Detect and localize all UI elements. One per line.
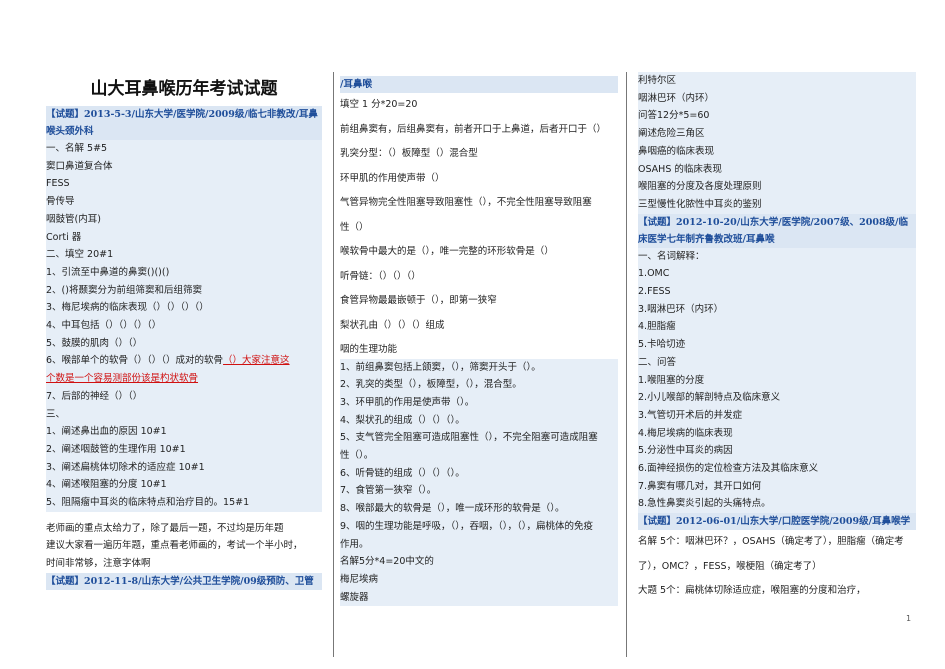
- text-line: 5、支气管完全阻塞可造成阻塞性（），不完全阻塞可造成阻塞: [340, 429, 618, 448]
- text-line: 了），OMC？，FESS，喉梗阻（确定考了）: [638, 560, 822, 572]
- text-line: 性（）。: [340, 447, 618, 465]
- exam-heading-continued: /耳鼻喉: [340, 76, 618, 93]
- text-line: 二、问答: [638, 353, 916, 372]
- text-line: 5、鼓膜的肌肉（）（）: [46, 334, 322, 353]
- text-line: 2.FESS: [638, 283, 916, 301]
- text-line: 1、阐述鼻出血的原因 10#1: [46, 423, 322, 441]
- column-divider: [626, 72, 627, 657]
- text-line: 5、阻隔瘤中耳炎的临床特点和治疗目的。15#1: [46, 494, 322, 512]
- text-line: 名解 5个：咽淋巴环？，OSAHS（确定考了），胆脂瘤（确定考: [638, 536, 904, 548]
- text-line: 前组鼻窦有，后组鼻窦有，前者开口于上鼻道，后者开口于（）: [340, 123, 607, 135]
- text-line: 三、: [46, 405, 322, 424]
- text-line: 气管异物完全性阻塞导致阻塞性（），不完全性阻塞导致阻塞: [340, 197, 592, 208]
- text-line: 喉阻塞的分度及各度处理原则: [638, 178, 916, 196]
- text-line: 1、引流至中鼻道的鼻窦()()(): [46, 263, 322, 282]
- text-line: 大题 5个：扁桃体切除适应症，喉阻塞的分度和治疗，: [638, 585, 866, 597]
- text-line: 2、阐述咽鼓管的生理作用 10#1: [46, 440, 322, 459]
- exam-heading: 【试题】2012-11-8/山东大学/公共卫生学院/09级预防、卫管: [46, 572, 322, 590]
- text-line: 环甲肌的作用使声带（）: [340, 172, 445, 184]
- column-left: 山大耳鼻喉历年考试试题 【试题】2013-5-3/山东大学/医学院/2009级/…: [46, 72, 322, 590]
- text-line: FESS: [46, 175, 322, 194]
- text-line: 3.气管切开术后的并发症: [638, 406, 916, 425]
- text-line: 4.梅尼埃病的临床表现: [638, 424, 916, 443]
- text-line: 咽淋巴环（内环）: [638, 89, 916, 108]
- text-line: 性（）: [340, 221, 369, 233]
- text-line: 9、咽的生理功能是呼吸，（），吞咽，（），（），扁桃体的免疫: [340, 517, 618, 536]
- text-line: 4.胆脂瘤: [638, 318, 916, 337]
- text-line: 名解5分*4=20中文的: [340, 553, 618, 571]
- exam-heading: 【试题】2012-06-01/山东大学/口腔医学院/2009级/耳鼻喉学: [638, 513, 916, 531]
- text-line: 骨传导: [46, 193, 322, 211]
- text-line: 2、乳突的类型（），板障型，（），混合型。: [340, 376, 618, 394]
- text-line: OSAHS 的临床表现: [638, 160, 916, 179]
- text-line: 二、填空 20#1: [46, 246, 322, 264]
- text-segment: 6、喉部单个的软骨（）（）（）成对的软骨: [46, 355, 224, 367]
- text-line: 8、喉部最大的软骨是（），唯一成环形的软骨是（）。: [340, 500, 618, 518]
- column-right: 利特尔区 咽淋巴环（内环） 问答12分*5=60 阐述危险三角区 鼻咽癌的临床表…: [638, 72, 916, 604]
- text-line: 三型慢性化脓性中耳炎的鉴别: [638, 195, 916, 214]
- text-line: 5.卡哈切迹: [638, 336, 916, 354]
- text-line: 螺旋器: [340, 588, 618, 607]
- text-line: 6、听骨链的组成（）（）（）。: [340, 464, 618, 483]
- text-line: 窦口鼻道复合体: [46, 157, 322, 176]
- text-line: 一、名词解释：: [638, 247, 916, 266]
- text-line: 喉软骨中最大的是（），唯一完整的环形软骨是（）: [340, 246, 554, 257]
- text-line: 一、名解 5#5: [46, 140, 322, 158]
- text-line: 时间非常够，注意字体啊: [46, 558, 151, 570]
- text-line: 问答12分*5=60: [638, 107, 916, 126]
- text-line: 食管异物最最嵌顿于（），即第一狭窄: [340, 295, 497, 306]
- teacher-note: 个数是一个容易测部份该是杓状软骨: [46, 370, 322, 388]
- document-title: 山大耳鼻喉历年考试试题: [90, 79, 278, 99]
- text-line: 5.分泌性中耳炎的病因: [638, 442, 916, 461]
- text-line: 6.面神经损伤的定位检查方法及其临床意义: [638, 460, 916, 478]
- text-line: 梅尼埃病: [340, 570, 618, 589]
- text-line: 7.鼻窦有哪几对，其开口如何: [638, 477, 916, 496]
- text-line: 老师画的重点太给力了，除了最后一题，不过均是历年题: [46, 522, 284, 534]
- text-line: 听骨链：（）（）（）: [340, 270, 421, 282]
- text-line: 1.喉阻塞的分度: [638, 371, 916, 390]
- text-line: 阐述危险三角区: [638, 125, 916, 143]
- exam-heading: 【试题】2012-10-20/山东大学/医学院/2007级、2008级/临床医学…: [638, 213, 916, 248]
- text-line: 鼻咽癌的临床表现: [638, 142, 916, 161]
- text-line: 利特尔区: [638, 72, 916, 90]
- column-divider: [333, 72, 334, 657]
- text-line: 6、喉部单个的软骨（）（）（）成对的软骨（）大家注意这: [46, 352, 322, 371]
- text-line: 8.急性鼻窦炎引起的头痛特点。: [638, 495, 916, 514]
- text-line: 4、阐述喉阻塞的分度 10#1: [46, 476, 322, 495]
- text-line: 4、梨状孔的组成（）（）（）。: [340, 411, 618, 430]
- teacher-note: （）大家注意这: [223, 355, 290, 367]
- exam-heading: 【试题】2013-5-3/山东大学/医学院/2009级/临七非教改/耳鼻喉头颈外…: [46, 106, 322, 140]
- document-page: 山大耳鼻喉历年考试试题 【试题】2013-5-3/山东大学/医学院/2009级/…: [0, 0, 945, 669]
- text-line: 2.小儿喉部的解剖特点及临床意义: [638, 389, 916, 407]
- text-line: 3、梅尼埃病的临床表现（）（）（）（）: [46, 299, 322, 318]
- text-line: 建议大家看一遍历年题，重点看老师画的，考试一个半小时，: [46, 540, 303, 552]
- text-line: 1、前组鼻窦包括上颌窦，（），筛窦开头于（）。: [340, 358, 618, 377]
- text-line: 1.OMC: [638, 265, 916, 284]
- text-line: 3.咽淋巴环（内环）: [638, 300, 916, 319]
- text-line: 7、后部的神经（）（）: [46, 387, 322, 406]
- page-number: 1: [906, 614, 912, 623]
- text-line: 3、阐述扁桃体切除术的适应症 10#1: [46, 458, 322, 477]
- text-line: 咽鼓管(内耳): [46, 210, 322, 229]
- text-line: Corti 器: [46, 228, 322, 247]
- text-line: 7、食管第一狭窄（）。: [340, 482, 618, 501]
- text-line: 4、中耳包括（）（）（）（）: [46, 317, 322, 335]
- column-middle: /耳鼻喉 填空 1 分*20=20 前组鼻窦有，后组鼻窦有，前者开口于上鼻道，后…: [340, 76, 618, 607]
- text-line: 3、环甲肌的作用是使声带（）。: [340, 393, 618, 412]
- text-line: 作用。: [340, 535, 618, 554]
- text-line: 梨状孔由（）（）（）组成: [340, 319, 445, 331]
- text-line: 填空 1 分*20=20: [340, 99, 418, 110]
- text-line: 乳突分型：（）板障型（）混合型: [340, 148, 478, 159]
- text-line: 2、()将颞窦分为前组筛窦和后组筛窦: [46, 281, 322, 300]
